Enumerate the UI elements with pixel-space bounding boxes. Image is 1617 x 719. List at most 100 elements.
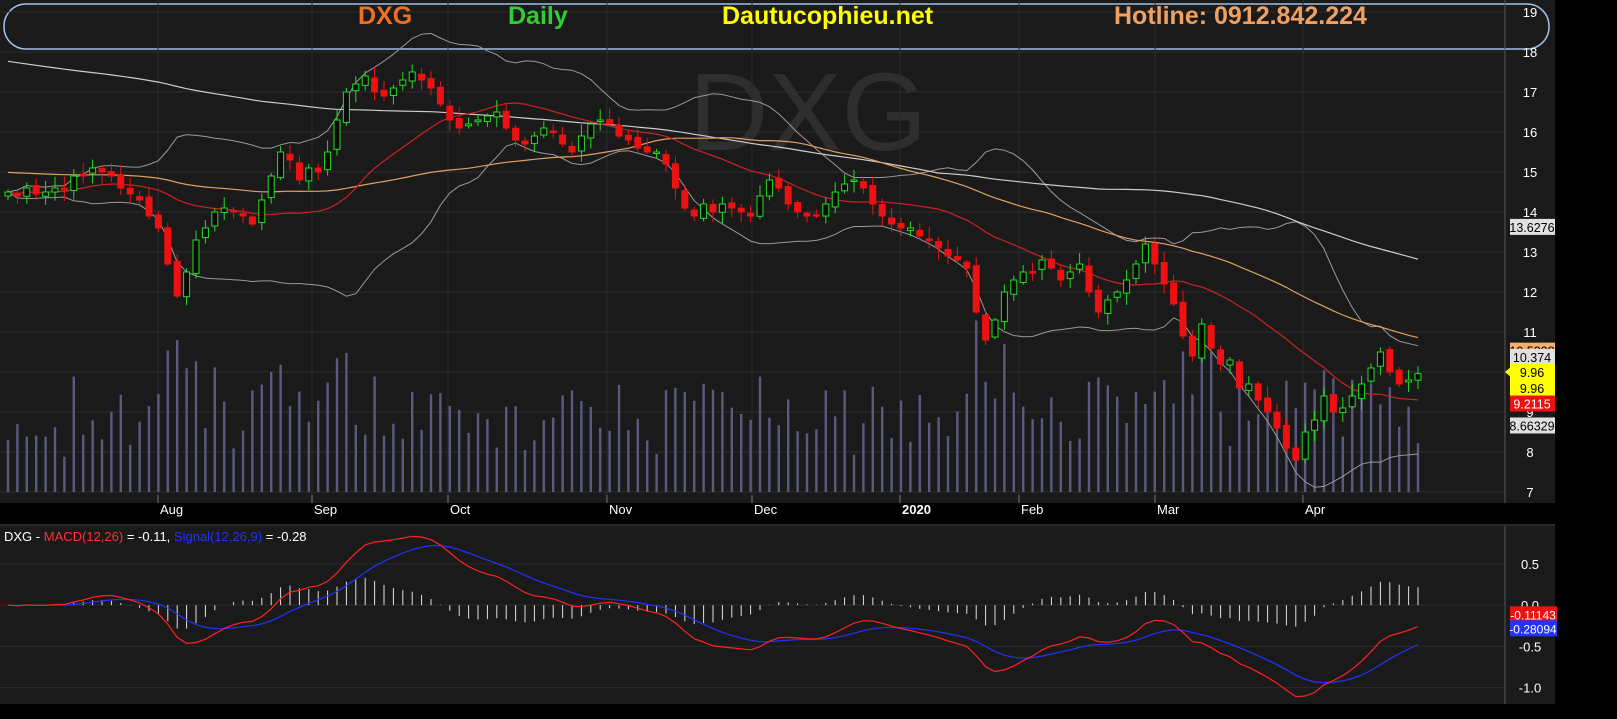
volume-bar [1191, 394, 1194, 492]
candle-body [878, 204, 886, 217]
candle-body [615, 124, 623, 137]
volume-bar [1125, 422, 1128, 492]
volume-bar [787, 399, 790, 492]
candle-body [1188, 335, 1196, 357]
volume-bar [138, 421, 141, 492]
volume-bar [82, 434, 85, 492]
candle-body [173, 260, 181, 297]
volume-bar [993, 398, 997, 492]
candle-body [380, 89, 388, 97]
candle-body [502, 110, 510, 129]
candle-body [634, 136, 642, 149]
candle-body [1301, 431, 1309, 460]
candle-body [1254, 383, 1262, 401]
macd-legend: DXG - MACD(12,26) = -0.11, Signal(12,26,… [4, 529, 307, 544]
candle-body [982, 314, 990, 341]
candle-body [1217, 349, 1225, 365]
volume-bar [1078, 438, 1081, 492]
candle-body [587, 123, 595, 139]
candle-body [389, 87, 397, 96]
candle-body [13, 192, 21, 197]
candle-body [1414, 373, 1422, 381]
volume-bar [72, 376, 75, 492]
candle-body [888, 217, 896, 225]
candle-body [521, 140, 529, 145]
candle-body [1320, 395, 1328, 422]
volume-bar [505, 406, 508, 492]
candle-body [606, 119, 614, 125]
candle-body [23, 187, 31, 197]
volume-bar [1228, 445, 1232, 492]
volume-bar [1172, 403, 1175, 492]
volume-bar [166, 350, 169, 492]
candle-body [1047, 258, 1055, 269]
candle-body [211, 211, 219, 227]
volume-bar [1407, 406, 1410, 492]
volume-bar [523, 450, 527, 492]
volume-bar [1200, 354, 1203, 492]
candle-body [220, 207, 228, 213]
volume-bar [213, 367, 216, 492]
volume-bar [721, 392, 724, 492]
candle-body [1170, 282, 1178, 305]
candle-body [1010, 279, 1018, 295]
volume-bar [1238, 382, 1241, 492]
candle-body [831, 191, 839, 208]
volume-bar [918, 395, 921, 492]
candle-body [1235, 361, 1243, 389]
candle-body [1104, 299, 1112, 315]
volume-bar [6, 440, 10, 492]
candle-body [230, 209, 238, 213]
signal-legend-name: Signal(12,26,9) [173, 529, 263, 544]
candle-body [1367, 367, 1375, 382]
volume-bar [984, 381, 987, 492]
candle-body [455, 117, 463, 129]
volume-bar [956, 411, 959, 492]
month-label: Mar [1157, 502, 1180, 517]
volume-bar [1012, 392, 1015, 492]
volume-bar [899, 400, 903, 492]
price-tick-label: 7 [1526, 485, 1533, 500]
candle-body [1292, 447, 1300, 461]
candle-body [107, 171, 115, 177]
candle-body [728, 202, 736, 209]
volume-bar [204, 428, 207, 492]
candle-body [775, 177, 783, 189]
candle-body [295, 162, 303, 181]
volume-bar [881, 406, 884, 492]
volume-bar [1134, 391, 1138, 492]
volume-bar [589, 406, 592, 492]
volume-bar [1341, 436, 1344, 492]
price-tick-label: 14 [1523, 205, 1537, 220]
price-right-label: 9.96 [1520, 382, 1544, 396]
price-right-label: 9.2115 [1513, 398, 1550, 412]
candle-body [465, 123, 473, 127]
candle-body [42, 191, 50, 197]
candle-body [1226, 359, 1234, 366]
volume-bar [53, 427, 57, 492]
candle-body [1329, 393, 1337, 413]
candle-body [60, 187, 68, 191]
volume-bar [599, 427, 602, 492]
candle-body [399, 79, 407, 86]
volume-bar [194, 361, 198, 492]
candle-body [1000, 291, 1008, 323]
candle-body [1245, 383, 1253, 391]
candle-body [183, 271, 191, 298]
price-tick-label: 18 [1523, 45, 1537, 60]
volume-bar [251, 390, 254, 492]
volume-bar [25, 436, 28, 492]
volume-bar [758, 376, 762, 492]
volume-bar [768, 417, 771, 492]
volume-bar [1153, 391, 1156, 492]
volume-bar [965, 393, 968, 492]
price-right-label: 10.374 [1513, 351, 1551, 365]
volume-bar [44, 436, 47, 492]
candle-body [549, 130, 557, 133]
candle-body [916, 229, 924, 237]
volume-bar [392, 423, 395, 492]
volume-bar [937, 417, 940, 492]
candle-body [709, 204, 717, 213]
volume-bar [777, 425, 780, 492]
candle-body [794, 201, 802, 213]
